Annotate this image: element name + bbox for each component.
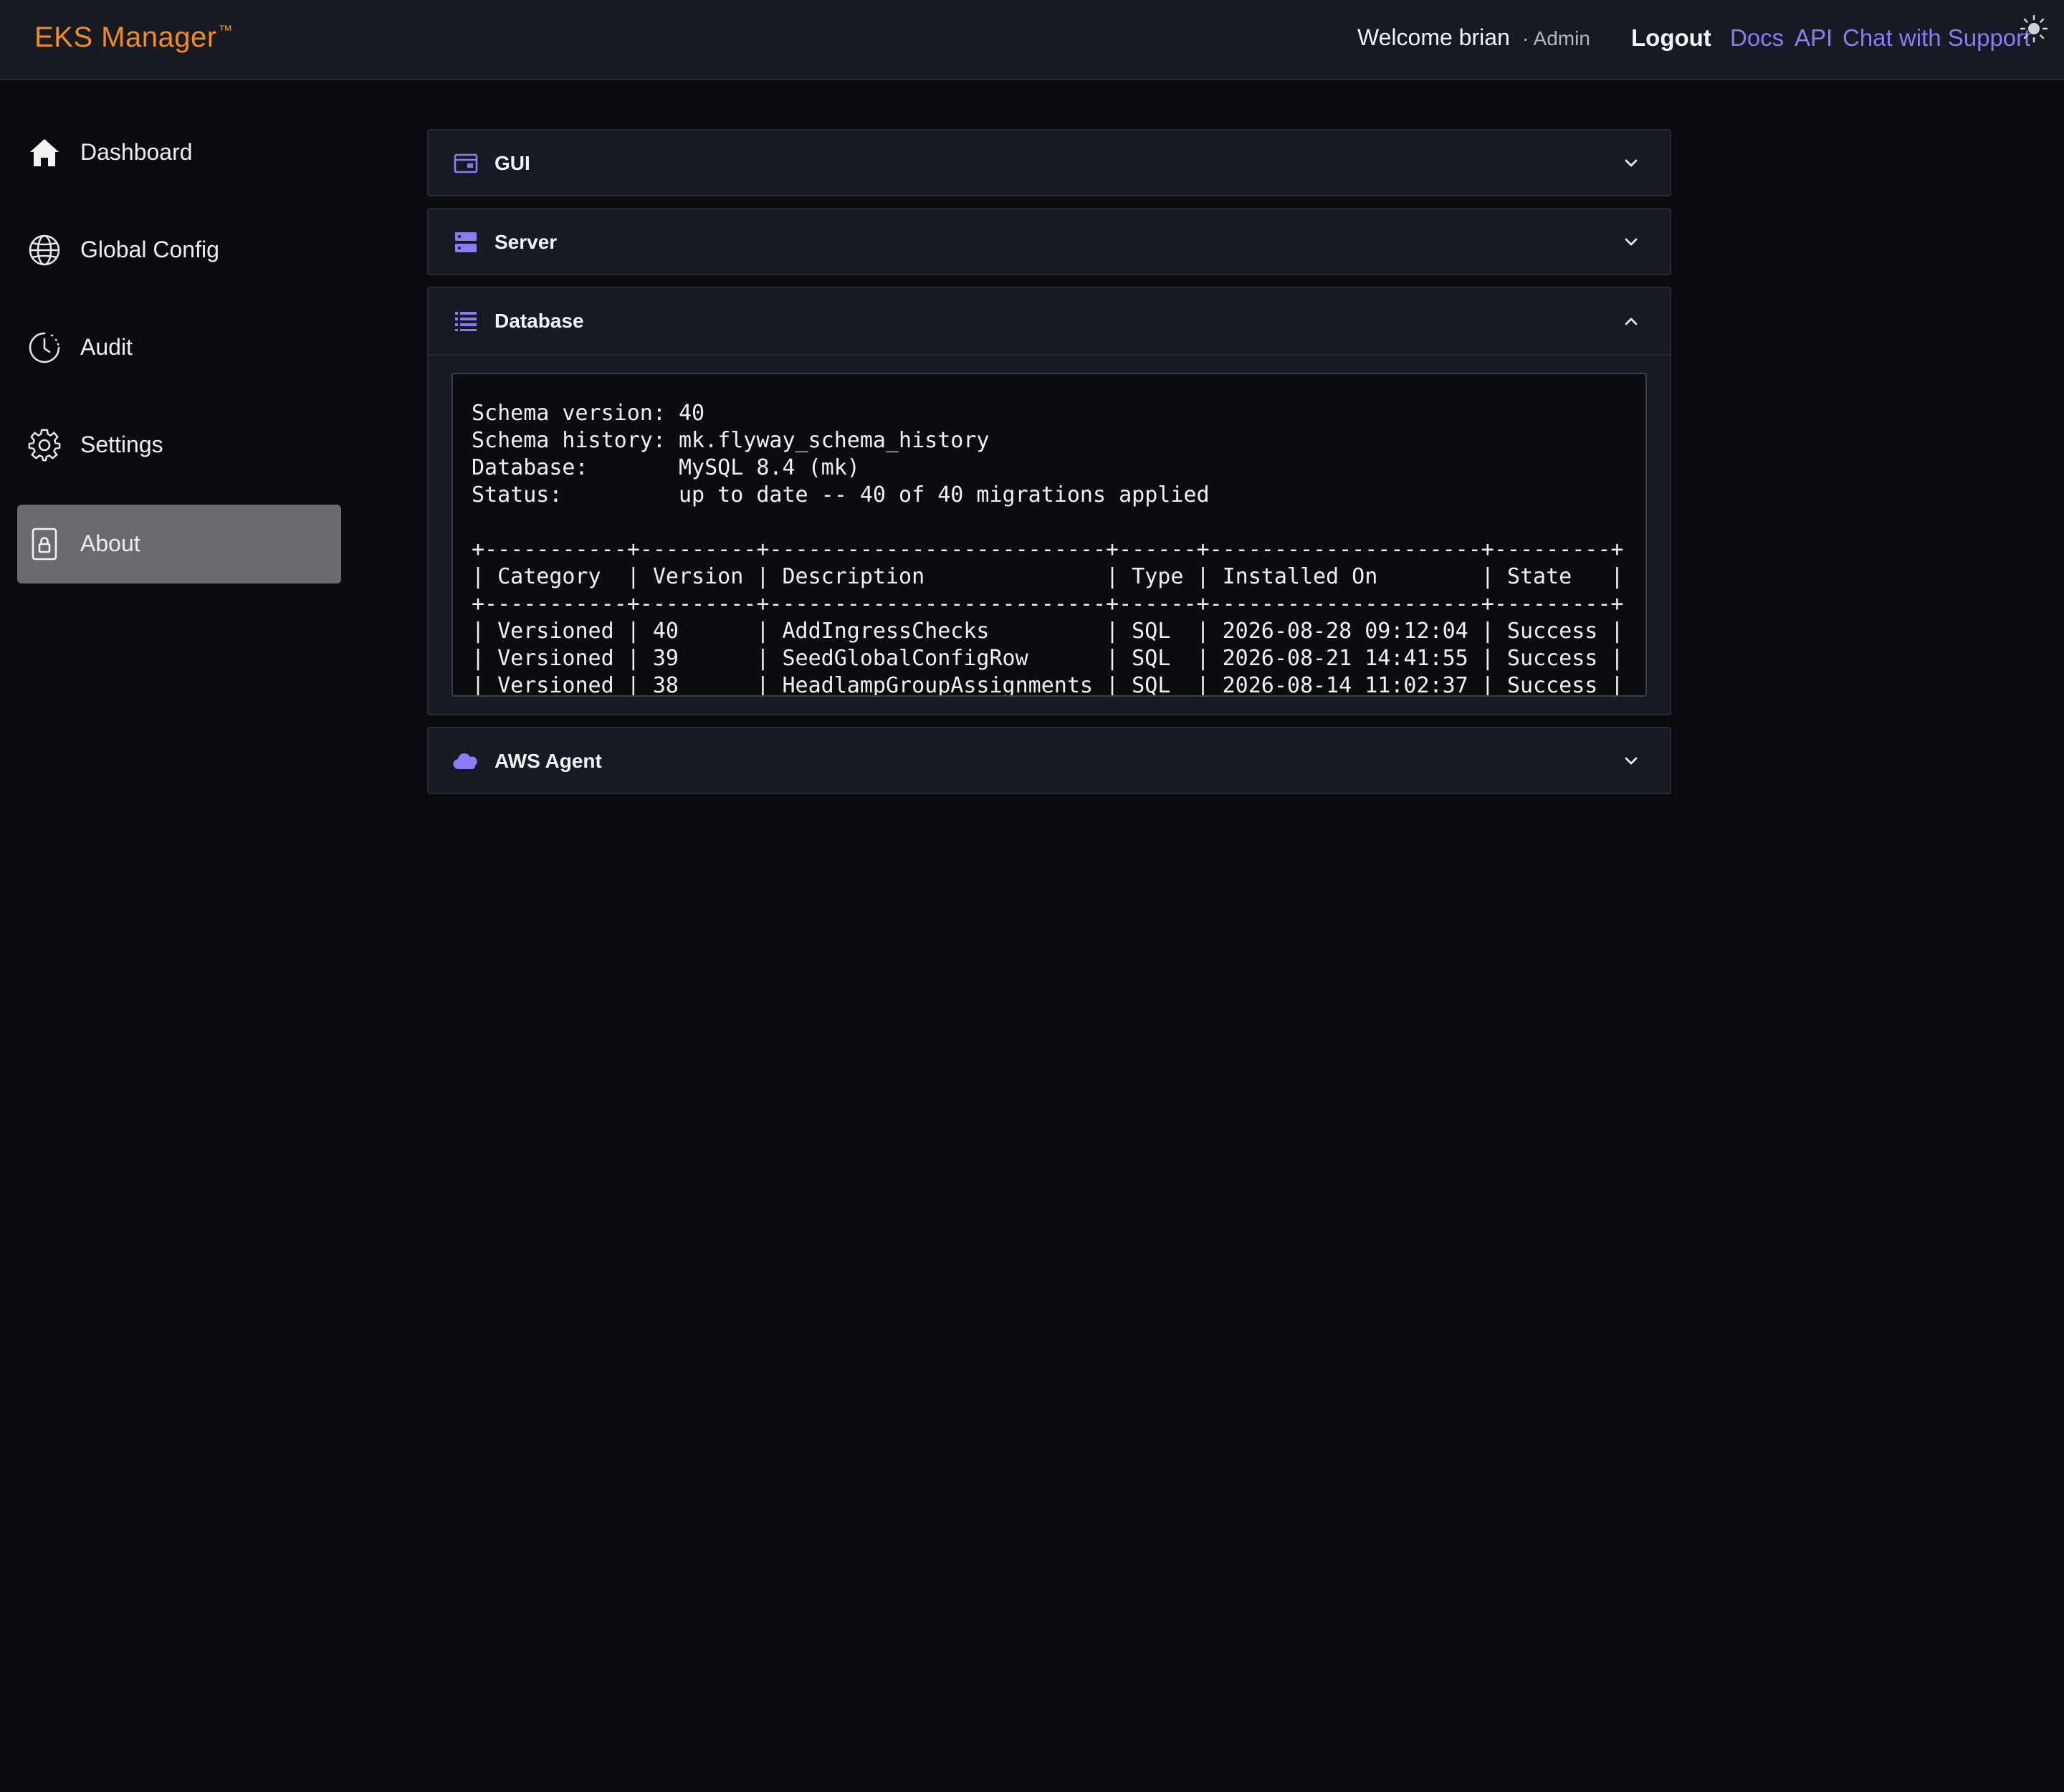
database-list-icon bbox=[455, 312, 477, 331]
chevron-down-icon bbox=[1625, 238, 1638, 246]
panel-divider bbox=[429, 354, 1670, 356]
accordion-header-database[interactable]: Database bbox=[429, 288, 1670, 354]
home-icon bbox=[30, 139, 59, 166]
accordion-title: Database bbox=[494, 310, 584, 332]
api-link[interactable]: API bbox=[1795, 24, 1833, 52]
sidebar: Dashboard Global Config Audit Settings A… bbox=[0, 80, 358, 1792]
clock-icon bbox=[29, 332, 60, 363]
sidebar-item-global-config[interactable]: Global Config bbox=[17, 211, 341, 290]
accordion-aws-agent: AWS Agent bbox=[427, 727, 1671, 794]
sidebar-item-label: Dashboard bbox=[80, 139, 193, 165]
schema-console[interactable]: Schema version: 40 Schema history: mk.fl… bbox=[452, 373, 1647, 697]
window-icon bbox=[454, 153, 478, 173]
brand-name: EKS Manager bbox=[34, 22, 217, 53]
accordion-title: AWS Agent bbox=[494, 750, 602, 772]
sidebar-item-label: About bbox=[80, 530, 140, 556]
sidebar-item-audit[interactable]: Audit bbox=[17, 308, 341, 387]
cloud-icon bbox=[453, 753, 477, 770]
accordion-header-server[interactable]: Server bbox=[429, 209, 1670, 275]
sidebar-item-label: Global Config bbox=[80, 237, 219, 262]
sun-icon[interactable] bbox=[2020, 14, 2048, 43]
accordion-gui: GUI bbox=[427, 129, 1671, 196]
accordion-title: Server bbox=[494, 231, 558, 253]
top-header: EKS Manager ™ Welcome brian · Admin Logou… bbox=[0, 0, 2064, 80]
chat-support-link[interactable]: Chat with Support bbox=[1843, 24, 2030, 52]
chevron-up-icon bbox=[1625, 318, 1638, 325]
accordion-header-gui[interactable]: GUI bbox=[429, 130, 1670, 196]
chevron-down-icon bbox=[1625, 757, 1638, 765]
sidebar-item-label: Audit bbox=[80, 334, 133, 360]
trademark-mark: ™ bbox=[218, 23, 234, 39]
logout-button[interactable]: Logout bbox=[1631, 24, 1711, 52]
lock-icon bbox=[32, 528, 57, 561]
welcome-text: Welcome brian bbox=[1357, 24, 1510, 50]
brand-logo[interactable]: EKS Manager ™ bbox=[34, 22, 233, 54]
accordion-database: Database Schema version: 40 Schema histo… bbox=[427, 287, 1671, 715]
accordion-server: Server bbox=[427, 208, 1671, 275]
user-role: · Admin bbox=[1522, 27, 1590, 49]
docs-link[interactable]: Docs bbox=[1730, 24, 1784, 52]
sidebar-item-dashboard[interactable]: Dashboard bbox=[17, 113, 341, 192]
gear-icon bbox=[28, 429, 61, 462]
sidebar-item-label: Settings bbox=[80, 432, 163, 457]
schema-console-text: Schema version: 40 Schema history: mk.fl… bbox=[472, 401, 1624, 697]
accordion-header-aws-agent[interactable]: AWS Agent bbox=[429, 728, 1670, 794]
server-icon bbox=[455, 232, 477, 252]
accordion-title: GUI bbox=[494, 152, 530, 174]
sidebar-item-settings[interactable]: Settings bbox=[17, 406, 341, 485]
globe-icon bbox=[29, 234, 60, 266]
sidebar-item-about[interactable]: About bbox=[17, 505, 341, 583]
chevron-down-icon bbox=[1625, 159, 1638, 167]
